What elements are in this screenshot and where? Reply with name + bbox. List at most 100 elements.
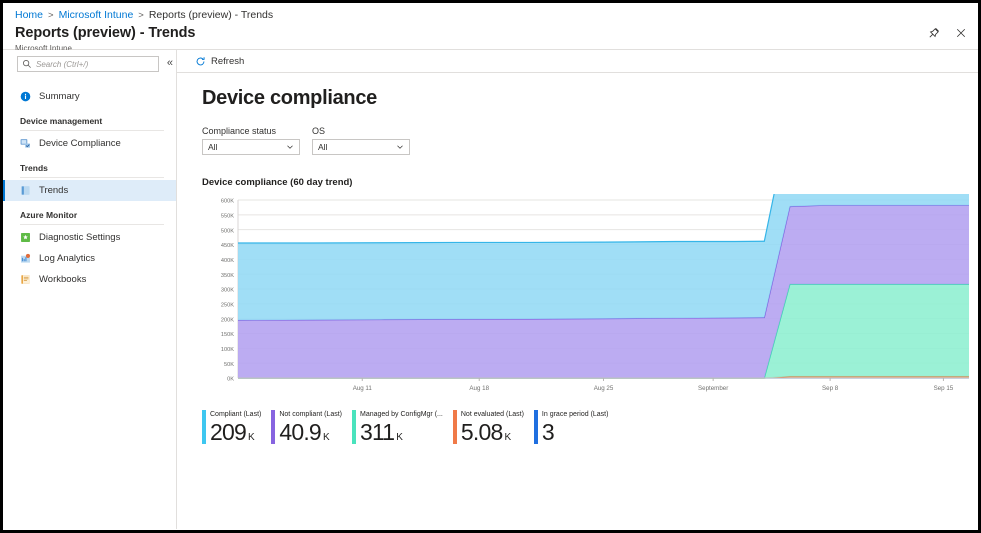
- breadcrumb-separator: >: [48, 9, 54, 21]
- chart-y-tick-label: 600K: [221, 199, 234, 205]
- chart-y-tick-label: 300K: [221, 288, 234, 294]
- chart-y-tick-label: 500K: [221, 228, 234, 234]
- compliance-status-select[interactable]: All: [202, 139, 300, 155]
- diagnostic-settings-icon: [20, 232, 31, 243]
- kpi-value: 209: [210, 419, 247, 445]
- chart-y-tick-label: 250K: [221, 302, 234, 308]
- filter-os: OS All: [312, 126, 410, 155]
- command-bar: Refresh: [177, 50, 978, 73]
- breadcrumb-item-current: Reports (preview) - Trends: [148, 9, 274, 21]
- kpi-unit: K: [396, 432, 403, 443]
- kpi-text: Managed by ConfigMgr (... 311 K: [360, 410, 443, 444]
- sidebar-group-device-management: Device management: [20, 116, 103, 126]
- kpi-legend: Compliant (Last) 209 K Not compliant (Last)…: [202, 410, 978, 444]
- chart-y-tick-label: 150K: [221, 332, 234, 338]
- content-split: « Summary Device management: [3, 50, 978, 529]
- search-box[interactable]: [17, 56, 159, 72]
- search-input[interactable]: [32, 58, 156, 70]
- sidebar-item-diagnostic-settings[interactable]: Diagnostic Settings: [3, 227, 176, 248]
- kpi-text: Not compliant (Last) 40.9 K: [279, 410, 342, 444]
- main-content: Refresh Device compliance Compliance sta…: [177, 50, 978, 529]
- chart-x-tick-label: Sep 15: [934, 385, 954, 392]
- kpi-unit: K: [322, 432, 330, 443]
- kpi-value: 40.9: [279, 419, 321, 445]
- sidebar-divider: [20, 177, 164, 178]
- page-header: Reports (preview) - Trends Microsoft Int…: [3, 23, 978, 53]
- breadcrumb-item-home[interactable]: Home: [15, 9, 43, 21]
- kpi-text: Compliant (Last) 209 K: [210, 410, 261, 444]
- sidebar-item-log-analytics[interactable]: Log Analytics: [3, 248, 176, 269]
- kpi-value-row: 5.08 K: [461, 420, 524, 444]
- kpi-value: 3: [541, 419, 555, 445]
- filter-label: OS: [312, 126, 326, 136]
- filter-bar: Compliance status All OS All: [202, 126, 978, 155]
- chart-y-tick-label: 0K: [227, 377, 234, 383]
- sidebar-item-label: Summary: [39, 91, 80, 102]
- page-title: Reports (preview) - Trends: [15, 25, 196, 41]
- window-inner: Home > Microsoft Intune > Reports (previ…: [3, 3, 978, 530]
- sidebar-item-label: Log Analytics: [39, 253, 95, 264]
- sidebar-divider: [20, 130, 164, 131]
- sidebar-item-label: Device Compliance: [39, 138, 121, 149]
- sidebar-item-trends[interactable]: Trends: [3, 180, 176, 201]
- sidebar-item-label: Trends: [39, 185, 69, 196]
- chart-y-tick-label: 550K: [221, 213, 234, 219]
- chart-canvas: 600K 550K 500K 450K 400K 350K 300K 250K 200K 150K…: [221, 194, 969, 392]
- trends-icon: [20, 185, 31, 196]
- info-icon: [20, 91, 31, 102]
- filter-label: Compliance status: [202, 126, 277, 136]
- page-heading: Device compliance: [202, 87, 377, 109]
- kpi-value: 5.08: [460, 419, 503, 445]
- chart-y-tick-label: 450K: [221, 243, 234, 249]
- kpi-color-bar: [271, 410, 276, 444]
- select-value: All: [208, 142, 218, 152]
- sidebar-item-label: Diagnostic Settings: [39, 232, 121, 243]
- close-icon[interactable]: [954, 26, 968, 40]
- kpi-color-bar: [352, 410, 356, 444]
- pin-icon[interactable]: [927, 26, 941, 40]
- log-analytics-icon: [20, 253, 31, 264]
- kpi-card[interactable]: Not compliant (Last) 40.9 K: [271, 410, 352, 444]
- kpi-value-row: 311 K: [360, 420, 443, 444]
- chart-x-tick-label: September: [698, 385, 728, 392]
- kpi-card[interactable]: Managed by ConfigMgr (... 311 K: [352, 410, 453, 444]
- chevron-down-icon: [287, 145, 293, 149]
- kpi-value: 311: [360, 419, 395, 445]
- os-select[interactable]: All: [312, 139, 410, 155]
- window-actions: [927, 26, 968, 40]
- chart-y-tick-label: 100K: [221, 347, 234, 353]
- device-compliance-icon: [20, 138, 31, 149]
- kpi-unit: K: [247, 432, 255, 443]
- chart-x-tick-label: Aug 11: [353, 385, 373, 392]
- chart-y-tick-label: 50K: [224, 362, 234, 368]
- sidebar-divider: [20, 224, 164, 225]
- sidebar-collapse-button[interactable]: «: [167, 56, 173, 70]
- kpi-text: In grace period (Last) 3: [542, 410, 609, 444]
- refresh-label: Refresh: [211, 55, 245, 67]
- sidebar-item-workbooks[interactable]: Workbooks: [3, 269, 176, 290]
- kpi-card[interactable]: Compliant (Last) 209 K: [202, 410, 271, 444]
- refresh-button[interactable]: Refresh: [191, 54, 248, 69]
- chevron-down-icon: [397, 145, 403, 149]
- chart-x-tick-label: Aug 25: [594, 385, 614, 392]
- breadcrumb-item-microsoft-intune[interactable]: Microsoft Intune: [59, 9, 134, 21]
- kpi-card[interactable]: Not evaluated (Last) 5.08 K: [452, 410, 534, 444]
- kpi-card[interactable]: In grace period (Last) 3: [533, 410, 619, 444]
- breadcrumb-separator: >: [138, 9, 144, 21]
- sidebar: « Summary Device management: [3, 50, 177, 529]
- workbooks-icon: [20, 274, 31, 285]
- refresh-icon: [196, 56, 205, 65]
- kpi-color-bar: [452, 410, 457, 444]
- sidebar-search-row: «: [3, 56, 176, 78]
- application-window: Home > Microsoft Intune > Reports (previ…: [0, 0, 981, 533]
- kpi-value-row: 40.9 K: [279, 420, 342, 444]
- device-compliance-chart: 600K 550K 500K 450K 400K 350K 300K 250K 200K 150K…: [202, 194, 977, 406]
- sidebar-item-summary[interactable]: Summary: [3, 86, 176, 107]
- filter-compliance-status: Compliance status All: [202, 126, 300, 155]
- sidebar-item-device-compliance[interactable]: Device Compliance: [3, 133, 176, 154]
- chart-y-tick-label: 400K: [221, 258, 234, 264]
- kpi-text: Not evaluated (Last) 5.08 K: [461, 410, 524, 444]
- kpi-value-row: 209 K: [210, 420, 261, 444]
- select-value: All: [318, 142, 328, 152]
- sidebar-item-label: Workbooks: [39, 274, 87, 285]
